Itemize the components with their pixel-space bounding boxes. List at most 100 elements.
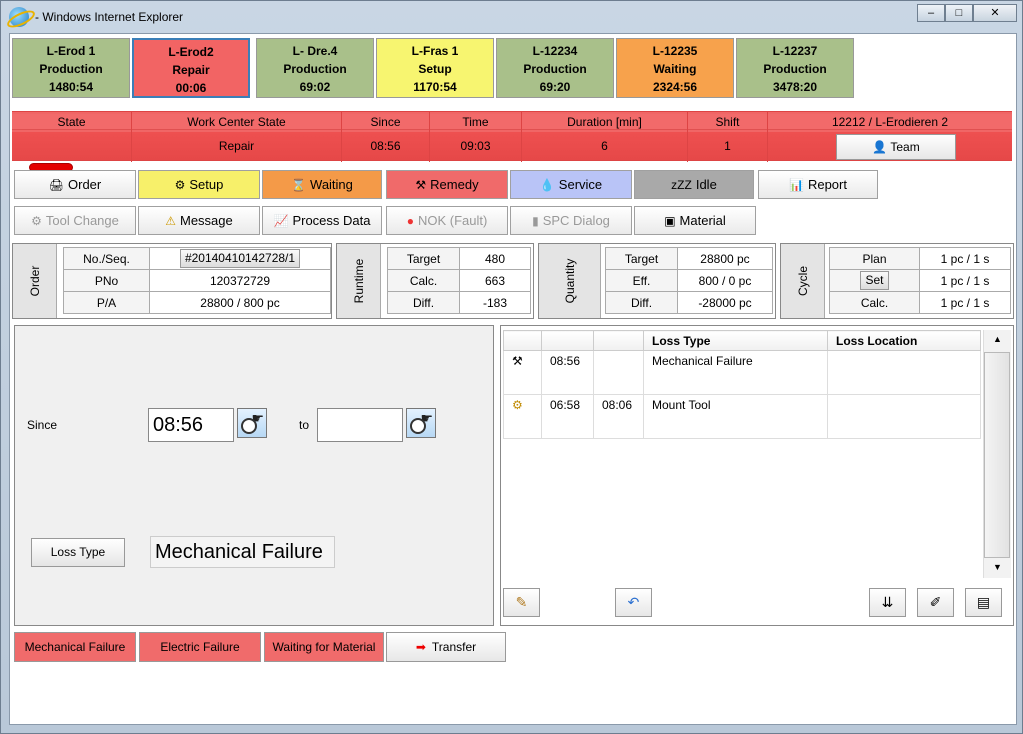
- work-center-tile[interactable]: L-12237 Production 3478:20: [736, 38, 854, 98]
- button-label: SPC Dialog: [542, 213, 610, 228]
- button-label: Waiting: [310, 177, 353, 192]
- state-header: State: [12, 114, 131, 130]
- title-bar: - Windows Internet Explorer – □ ✕: [1, 1, 1022, 33]
- work-center-time: 69:02: [299, 80, 331, 94]
- shift-column: Shift 1: [688, 112, 768, 162]
- team-column: 12212 / L-Erodieren 2 👤 Team: [768, 112, 1012, 162]
- setup-icon: ⚙: [174, 178, 186, 192]
- button-label: Service: [558, 177, 603, 192]
- wc-state-value: Repair: [132, 132, 341, 160]
- split-icon: ⇊: [881, 594, 894, 610]
- service-button[interactable]: 💧 Service: [510, 170, 632, 199]
- status-band: State Work Center State Repair Since 08:…: [12, 111, 1012, 172]
- pa-value: 28800 / 800 pc: [149, 291, 331, 314]
- since-label: Since: [27, 418, 58, 432]
- scroll-down-icon[interactable]: ▼: [993, 562, 1002, 572]
- loss-entry-panel: Since 08:56 to Loss Type Mechanical Fail…: [14, 325, 494, 626]
- team-button[interactable]: 👤 Team: [836, 134, 956, 160]
- mechanical-failure-button[interactable]: Mechanical Failure: [14, 632, 136, 662]
- cycle-panel: Cycle Plan 1 pc / 1 s Set 1 pc / 1 s Calc.…: [780, 243, 1014, 319]
- scroll-thumb[interactable]: [984, 352, 1010, 558]
- work-center-tile[interactable]: L-Erod2 Repair 00:06: [132, 38, 250, 98]
- runtime-panel: Runtime Target 480 Calc. 663 Diff. -183: [336, 243, 534, 319]
- transfer-button[interactable]: ➡ Transfer: [386, 632, 506, 662]
- scroll-up-icon[interactable]: ▲: [993, 334, 1002, 344]
- button-label: Report: [807, 177, 847, 192]
- work-center-tile[interactable]: L- Dre.4 Production 69:02: [256, 38, 374, 98]
- runtime-table: Target 480 Calc. 663 Diff. -183: [387, 247, 531, 314]
- spc-dialog-button[interactable]: ▮ SPC Dialog: [510, 206, 632, 235]
- split-button[interactable]: ⇊: [869, 588, 906, 617]
- loss-list-panel: Loss Type Loss Location ⚒ 08:56 Mechanic…: [500, 325, 1014, 626]
- shift-header: Shift: [688, 114, 767, 130]
- quantity-table: Target 28800 pc Eff. 800 / 0 pc Diff. -2800…: [605, 247, 773, 314]
- work-center-time: 00:06: [175, 81, 207, 95]
- button-label: Message: [180, 213, 233, 228]
- work-center-time: 1170:54: [413, 80, 457, 94]
- button-label: Setup: [189, 177, 224, 192]
- work-center-tile[interactable]: L-Fras 1 Setup 1170:54: [376, 38, 494, 98]
- oil-drop-icon: 💧: [539, 178, 555, 192]
- since-clock-button[interactable]: [237, 408, 267, 438]
- note-button[interactable]: ✐: [917, 588, 954, 617]
- work-center-state: Production: [283, 62, 347, 76]
- tool-change-icon: ⚙: [31, 214, 42, 228]
- edit-loss-button[interactable]: ✎: [503, 588, 540, 617]
- to-time-input[interactable]: [317, 408, 403, 442]
- pno-value: 120372729: [149, 269, 331, 292]
- setup-button[interactable]: ⚙ Setup: [138, 170, 260, 199]
- work-center-state: Production: [523, 62, 587, 76]
- state-column: State: [12, 112, 132, 172]
- order-button[interactable]: 🖨 Order: [14, 170, 136, 199]
- button-label: Process Data: [292, 213, 371, 228]
- loss-type-header: Loss Type: [643, 330, 828, 351]
- close-button[interactable]: ✕: [973, 4, 1017, 22]
- idle-button[interactable]: zZZ Idle: [634, 170, 754, 199]
- maximize-button[interactable]: □: [945, 4, 973, 22]
- minimize-button[interactable]: –: [917, 4, 945, 22]
- since-header: Since: [342, 114, 429, 130]
- report-button[interactable]: 📊 Report: [758, 170, 878, 199]
- work-center-tile[interactable]: L-12235 Waiting 2324:56: [616, 38, 734, 98]
- button-label: Transfer: [431, 640, 477, 654]
- material-button[interactable]: ▣ Material: [634, 206, 756, 235]
- work-center-name: L-12234: [532, 44, 578, 58]
- duration-value: 6: [522, 132, 687, 160]
- since-time-input[interactable]: 08:56: [148, 408, 234, 442]
- loss-type-button[interactable]: Loss Type: [31, 538, 125, 567]
- set-cycle-button[interactable]: Set: [860, 271, 889, 290]
- order-number-button[interactable]: #20140410142728/1: [179, 249, 301, 268]
- button-label: Waiting for Material: [272, 640, 376, 654]
- button-label: Idle: [695, 177, 717, 192]
- process-data-button[interactable]: 📈 Process Data: [262, 206, 382, 235]
- work-center-name: L-Fras 1: [411, 44, 459, 58]
- to-clock-button[interactable]: [406, 408, 436, 438]
- work-center-tile[interactable]: L-12234 Production 69:20: [496, 38, 614, 98]
- waiting-button[interactable]: ⌛ Waiting: [262, 170, 382, 199]
- electric-failure-button[interactable]: Electric Failure: [139, 632, 261, 662]
- table-row[interactable]: ⚙ 06:58 08:06 Mount Tool: [503, 394, 981, 439]
- chart-icon: 📈: [273, 214, 289, 228]
- order-panel: Order No./Seq. #20140410142728/1 PNo 12037…: [12, 243, 332, 319]
- spc-icon: ▮: [532, 214, 539, 228]
- nok-fault-button[interactable]: ● NOK (Fault): [386, 206, 508, 235]
- zzz-icon: zZZ: [671, 178, 692, 192]
- remedy-button[interactable]: ⚒ Remedy: [386, 170, 508, 199]
- vertical-scrollbar[interactable]: ▲ ▼: [983, 330, 1011, 578]
- to-label: to: [299, 418, 310, 432]
- tool-change-button[interactable]: ⚙ Tool Change: [14, 206, 136, 235]
- team-title: 12212 / L-Erodieren 2: [768, 114, 1012, 130]
- work-center-time: 1480:54: [48, 80, 94, 94]
- browser-window: - Windows Internet Explorer – □ ✕ L-Erod…: [0, 0, 1023, 734]
- details-button[interactable]: ▤: [965, 588, 1002, 617]
- waiting-for-material-button[interactable]: Waiting for Material: [264, 632, 384, 662]
- quantity-panel: Quantity Target 28800 pc Eff. 800 / 0 pc D…: [538, 243, 776, 319]
- message-button[interactable]: ⚠ Message: [138, 206, 260, 235]
- work-center-tile[interactable]: L-Erod 1 Production 1480:54: [12, 38, 130, 98]
- loss-type-value: Mechanical Failure: [150, 536, 335, 568]
- team-button-label: Team: [890, 140, 920, 154]
- undo-button[interactable]: ↶: [615, 588, 652, 617]
- table-row[interactable]: ⚒ 08:56 Mechanical Failure: [503, 350, 981, 395]
- material-icon: ▣: [664, 214, 676, 228]
- work-center-name: L-Erod2: [168, 45, 214, 59]
